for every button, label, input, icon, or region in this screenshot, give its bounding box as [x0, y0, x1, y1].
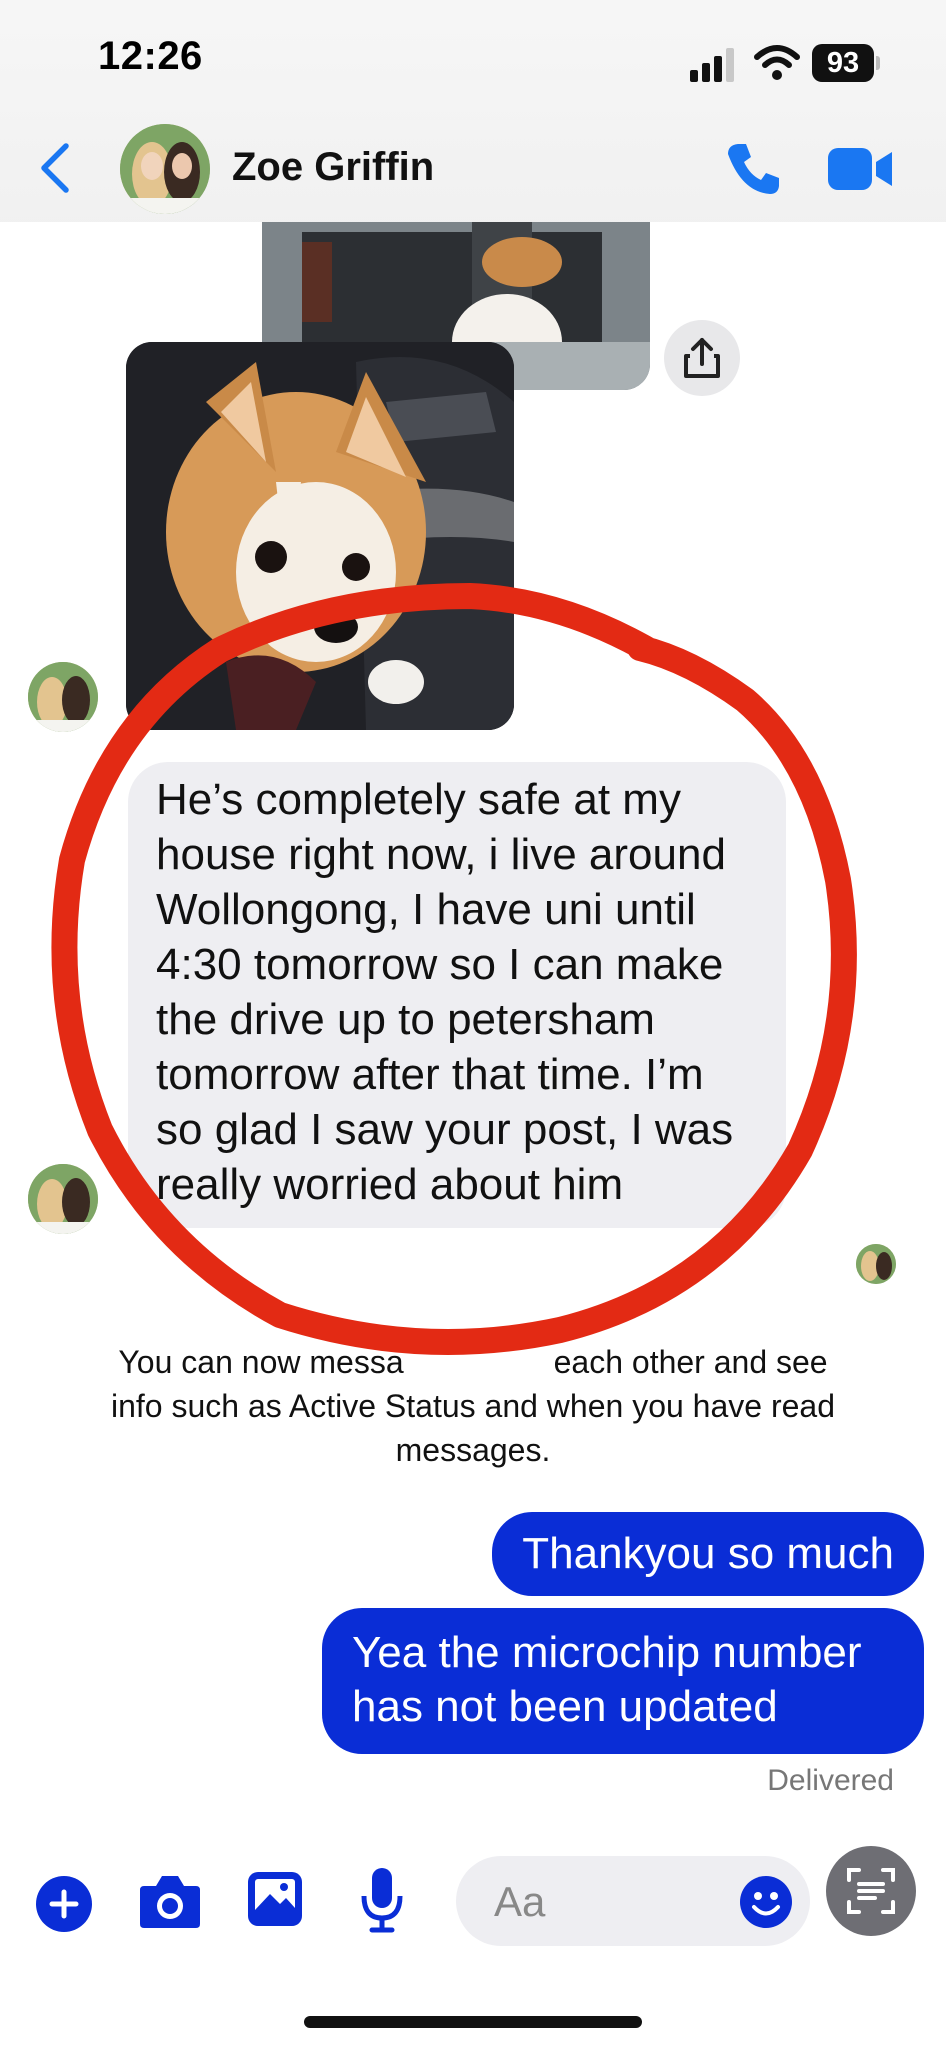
phone-icon[interactable]: [724, 140, 782, 198]
contact-avatar[interactable]: [120, 124, 210, 214]
battery-tip: [876, 56, 880, 70]
message-line: the drive up to petersham: [156, 995, 655, 1044]
incoming-message-text: He’s completely safe at my house right n…: [156, 772, 772, 1212]
home-indicator: [304, 2016, 642, 2028]
notice-text: each other and see: [553, 1344, 828, 1380]
notice-text: messages.: [395, 1432, 551, 1468]
plus-icon: [49, 1889, 79, 1919]
scan-text-button[interactable]: [826, 1846, 916, 1936]
message-line: He’s completely safe at my: [156, 775, 681, 824]
image-icon[interactable]: [246, 1870, 304, 1928]
contact-name[interactable]: Zoe Griffin: [232, 145, 434, 190]
read-receipt-avatar: [856, 1244, 896, 1284]
system-notice: You can now messa each other and see info…: [50, 1340, 896, 1472]
message-line: tomorrow after that time. I’m: [156, 1050, 704, 1099]
outgoing-message-bubble[interactable]: Thankyou so much: [492, 1512, 924, 1596]
status-time: 12:26: [98, 34, 203, 78]
wifi-icon: [754, 45, 800, 80]
microphone-icon[interactable]: [360, 1866, 404, 1934]
delivered-status: Delivered: [767, 1764, 894, 1797]
notice-text: info such as Active Status and when you …: [110, 1388, 835, 1424]
outgoing-message-bubble[interactable]: Yea the microchip number has not been upd…: [322, 1608, 924, 1754]
shared-photo-dog[interactable]: [126, 342, 514, 730]
message-line: house right now, i live around: [156, 830, 726, 879]
sender-avatar[interactable]: [28, 662, 98, 732]
share-icon: [684, 338, 720, 378]
outgoing-message-text: Thankyou so much: [522, 1529, 894, 1578]
plus-button[interactable]: [36, 1876, 92, 1932]
video-camera-icon[interactable]: [828, 146, 894, 192]
message-line: 4:30 tomorrow so I can make: [156, 940, 724, 989]
message-line: really worried about him: [156, 1160, 624, 1209]
outgoing-message-text: Yea the microchip number has not been upd…: [352, 1628, 862, 1731]
message-input-placeholder: Aa: [494, 1878, 546, 1925]
battery-indicator: 93: [812, 44, 874, 82]
camera-icon[interactable]: [138, 1872, 202, 1930]
back-chevron-icon[interactable]: [38, 142, 72, 194]
scan-text-icon: [847, 1868, 895, 1914]
signal-icon: [690, 48, 734, 82]
notice-text: You can now messa: [118, 1344, 404, 1380]
message-line: so glad I saw your post, I was: [156, 1105, 734, 1154]
sender-avatar[interactable]: [28, 1164, 98, 1234]
emoji-icon[interactable]: [738, 1874, 794, 1930]
message-line: Wollongong, I have uni until: [156, 885, 696, 934]
share-button[interactable]: [664, 320, 740, 396]
